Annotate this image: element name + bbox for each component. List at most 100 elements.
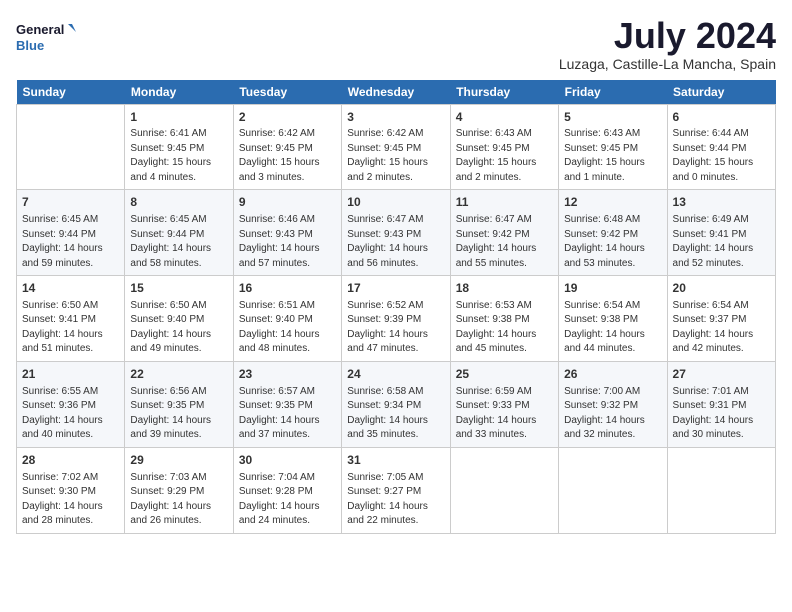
day-number: 7 (22, 194, 119, 211)
day-cell: 3Sunrise: 6:42 AM Sunset: 9:45 PM Daylig… (342, 104, 450, 190)
day-info: Sunrise: 6:42 AM Sunset: 9:45 PM Dayligh… (347, 127, 444, 185)
day-number: 27 (673, 366, 770, 383)
day-cell: 16Sunrise: 6:51 AM Sunset: 9:40 PM Dayli… (233, 276, 341, 362)
column-header-sunday: Sunday (17, 80, 125, 105)
week-row-3: 14 Sunrise: 6:50 AM Sunset: 9:41 PM Dayli… (17, 276, 776, 362)
title-block: July 2024 Luzaga, Castille-La Mancha, Sp… (559, 16, 776, 72)
day-cell: 4Sunrise: 6:43 AM Sunset: 9:45 PM Daylig… (450, 104, 558, 190)
day-cell: 10Sunrise: 6:47 AM Sunset: 9:43 PM Dayli… (342, 190, 450, 276)
day-number: 1 (130, 109, 227, 126)
day-info: Sunrise: 6:43 AM Sunset: 9:45 PM Dayligh… (456, 127, 553, 185)
calendar-table: SundayMondayTuesdayWednesdayThursdayFrid… (16, 80, 776, 534)
day-number: 5 (564, 109, 661, 126)
day-info: Sunrise: 6:42 AM Sunset: 9:45 PM Dayligh… (239, 127, 336, 185)
day-cell: 29Sunrise: 7:03 AM Sunset: 9:29 PM Dayli… (125, 447, 233, 533)
day-cell: 11 Sunrise: 6:47 AM Sunset: 9:42 PM Dayli… (450, 190, 558, 276)
day-info: Sunrise: 6:43 AM Sunset: 9:45 PM Dayligh… (564, 127, 661, 185)
day-number: 12 (564, 194, 661, 211)
day-cell: 5Sunrise: 6:43 AM Sunset: 9:45 PM Daylig… (559, 104, 667, 190)
day-number: 22 (130, 366, 227, 383)
day-cell: 1Sunrise: 6:41 AM Sunset: 9:45 PM Daylig… (125, 104, 233, 190)
day-number: 13 (673, 194, 770, 211)
svg-text:General: General (16, 22, 64, 37)
day-info: Sunrise: 6:45 AM Sunset: 9:44 PM Dayligh… (22, 213, 119, 271)
column-header-monday: Monday (125, 80, 233, 105)
svg-text:Blue: Blue (16, 38, 44, 53)
day-number: 15 (130, 280, 227, 297)
day-info: Sunrise: 7:00 AM Sunset: 9:32 PM Dayligh… (564, 385, 661, 443)
day-info: Sunrise: 6:57 AM Sunset: 9:35 PM Dayligh… (239, 385, 336, 443)
day-info: Sunrise: 6:47 AM Sunset: 9:43 PM Dayligh… (347, 213, 444, 271)
day-cell: 14 Sunrise: 6:50 AM Sunset: 9:41 PM Dayli… (17, 276, 125, 362)
day-cell: 30Sunrise: 7:04 AM Sunset: 9:28 PM Dayli… (233, 447, 341, 533)
day-cell: 13 Sunrise: 6:49 AM Sunset: 9:41 PM Dayli… (667, 190, 775, 276)
logo-svg: General Blue (16, 16, 76, 61)
column-header-saturday: Saturday (667, 80, 775, 105)
day-cell: 25Sunrise: 6:59 AM Sunset: 9:33 PM Dayli… (450, 361, 558, 447)
day-cell (17, 104, 125, 190)
day-cell: 20 Sunrise: 6:54 AM Sunset: 9:37 PM Dayli… (667, 276, 775, 362)
day-cell (450, 447, 558, 533)
day-cell: 12 Sunrise: 6:48 AM Sunset: 9:42 PM Dayli… (559, 190, 667, 276)
day-cell: 17 Sunrise: 6:52 AM Sunset: 9:39 PM Dayli… (342, 276, 450, 362)
day-info: Sunrise: 6:44 AM Sunset: 9:44 PM Dayligh… (673, 127, 770, 185)
day-info: Sunrise: 7:05 AM Sunset: 9:27 PM Dayligh… (347, 471, 444, 529)
location: Luzaga, Castille-La Mancha, Spain (559, 56, 776, 72)
day-number: 14 (22, 280, 119, 297)
day-info: Sunrise: 6:56 AM Sunset: 9:35 PM Dayligh… (130, 385, 227, 443)
day-info: Sunrise: 6:45 AM Sunset: 9:44 PM Dayligh… (130, 213, 227, 271)
day-number: 23 (239, 366, 336, 383)
day-info: Sunrise: 6:47 AM Sunset: 9:42 PM Dayligh… (456, 213, 553, 271)
day-info: Sunrise: 7:01 AM Sunset: 9:31 PM Dayligh… (673, 385, 770, 443)
day-cell: 2Sunrise: 6:42 AM Sunset: 9:45 PM Daylig… (233, 104, 341, 190)
week-row-5: 28 Sunrise: 7:02 AM Sunset: 9:30 PM Dayli… (17, 447, 776, 533)
day-number: 21 (22, 366, 119, 383)
day-cell: 6Sunrise: 6:44 AM Sunset: 9:44 PM Daylig… (667, 104, 775, 190)
day-number: 2 (239, 109, 336, 126)
logo: General Blue (16, 16, 76, 61)
day-cell: 9Sunrise: 6:46 AM Sunset: 9:43 PM Daylig… (233, 190, 341, 276)
day-cell (559, 447, 667, 533)
day-info: Sunrise: 6:53 AM Sunset: 9:38 PM Dayligh… (456, 299, 553, 357)
day-number: 31 (347, 452, 444, 469)
day-info: Sunrise: 7:02 AM Sunset: 9:30 PM Dayligh… (22, 471, 119, 529)
day-cell: 24Sunrise: 6:58 AM Sunset: 9:34 PM Dayli… (342, 361, 450, 447)
day-info: Sunrise: 6:41 AM Sunset: 9:45 PM Dayligh… (130, 127, 227, 185)
day-number: 30 (239, 452, 336, 469)
day-number: 17 (347, 280, 444, 297)
day-cell: 21Sunrise: 6:55 AM Sunset: 9:36 PM Dayli… (17, 361, 125, 447)
column-header-thursday: Thursday (450, 80, 558, 105)
page-header: General Blue July 2024 Luzaga, Castille-… (16, 16, 776, 72)
month-title: July 2024 (559, 16, 776, 56)
day-cell: 7 Sunrise: 6:45 AM Sunset: 9:44 PM Daylig… (17, 190, 125, 276)
day-cell: 8Sunrise: 6:45 AM Sunset: 9:44 PM Daylig… (125, 190, 233, 276)
header-row: SundayMondayTuesdayWednesdayThursdayFrid… (17, 80, 776, 105)
day-number: 11 (456, 194, 553, 211)
day-cell: 26 Sunrise: 7:00 AM Sunset: 9:32 PM Dayli… (559, 361, 667, 447)
day-info: Sunrise: 7:03 AM Sunset: 9:29 PM Dayligh… (130, 471, 227, 529)
day-number: 26 (564, 366, 661, 383)
day-info: Sunrise: 6:49 AM Sunset: 9:41 PM Dayligh… (673, 213, 770, 271)
day-cell: 31 Sunrise: 7:05 AM Sunset: 9:27 PM Dayli… (342, 447, 450, 533)
day-info: Sunrise: 6:54 AM Sunset: 9:37 PM Dayligh… (673, 299, 770, 357)
day-cell (667, 447, 775, 533)
day-info: Sunrise: 6:51 AM Sunset: 9:40 PM Dayligh… (239, 299, 336, 357)
week-row-2: 7 Sunrise: 6:45 AM Sunset: 9:44 PM Daylig… (17, 190, 776, 276)
day-info: Sunrise: 6:50 AM Sunset: 9:40 PM Dayligh… (130, 299, 227, 357)
day-cell: 15 Sunrise: 6:50 AM Sunset: 9:40 PM Dayli… (125, 276, 233, 362)
day-number: 20 (673, 280, 770, 297)
day-number: 6 (673, 109, 770, 126)
day-info: Sunrise: 6:50 AM Sunset: 9:41 PM Dayligh… (22, 299, 119, 357)
day-number: 18 (456, 280, 553, 297)
day-cell: 22 Sunrise: 6:56 AM Sunset: 9:35 PM Dayli… (125, 361, 233, 447)
day-info: Sunrise: 6:46 AM Sunset: 9:43 PM Dayligh… (239, 213, 336, 271)
day-cell: 27 Sunrise: 7:01 AM Sunset: 9:31 PM Dayli… (667, 361, 775, 447)
day-info: Sunrise: 6:59 AM Sunset: 9:33 PM Dayligh… (456, 385, 553, 443)
column-header-friday: Friday (559, 80, 667, 105)
day-info: Sunrise: 6:52 AM Sunset: 9:39 PM Dayligh… (347, 299, 444, 357)
day-info: Sunrise: 6:58 AM Sunset: 9:34 PM Dayligh… (347, 385, 444, 443)
day-number: 28 (22, 452, 119, 469)
day-info: Sunrise: 6:48 AM Sunset: 9:42 PM Dayligh… (564, 213, 661, 271)
day-number: 3 (347, 109, 444, 126)
column-header-wednesday: Wednesday (342, 80, 450, 105)
